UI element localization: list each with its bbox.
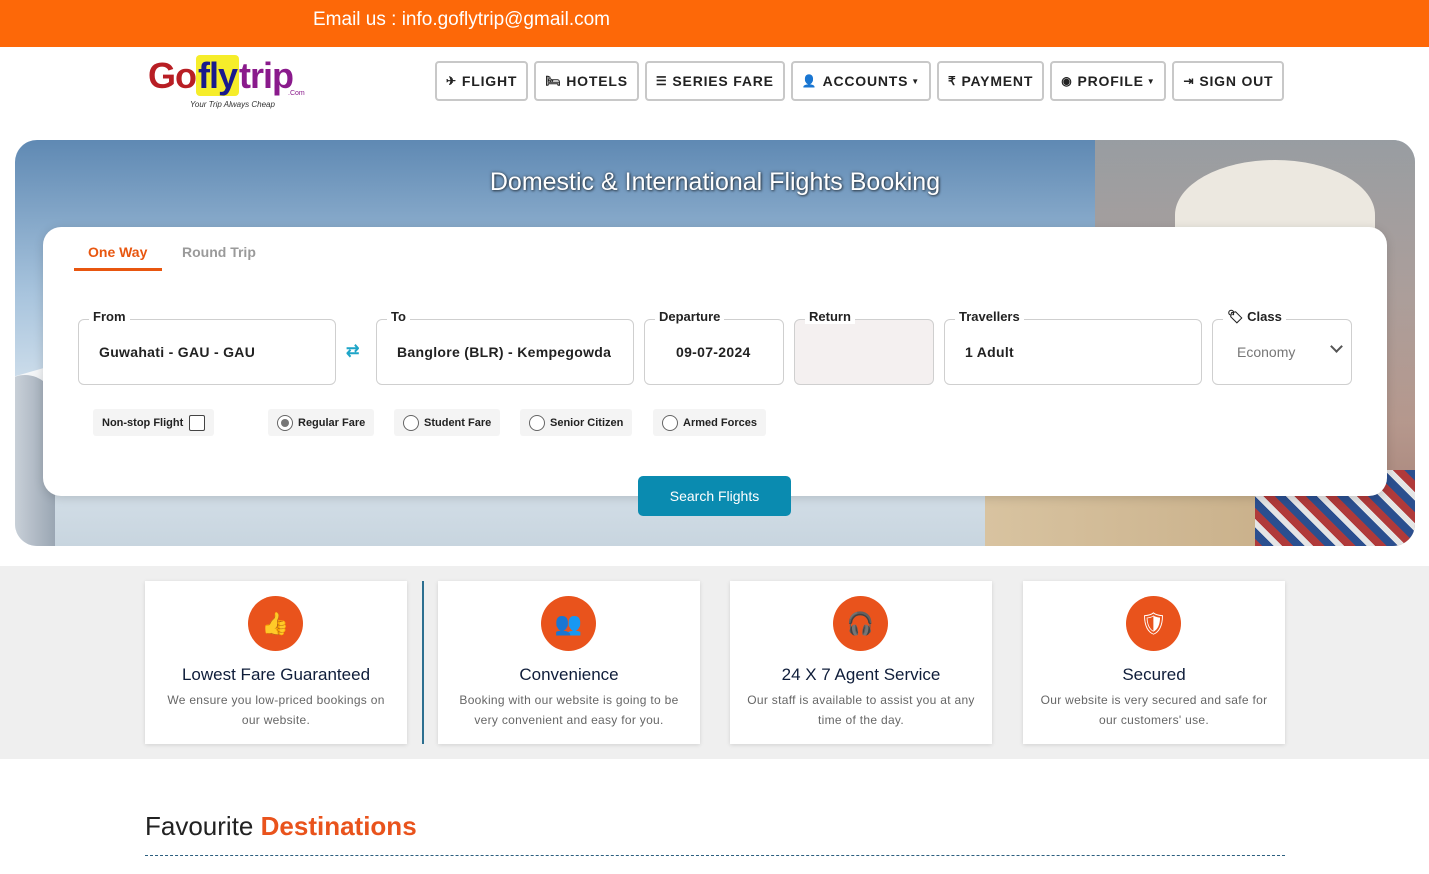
from-field[interactable]: From Guwahati - GAU - GAU	[78, 309, 336, 385]
radio-student[interactable]	[403, 414, 419, 431]
departure-value: 09-07-2024	[676, 344, 751, 360]
to-value: Banglore (BLR) - Kempegowda	[397, 344, 612, 360]
chevron-down-icon	[1330, 340, 1343, 353]
fare-option-senior[interactable]: Senior Citizen	[520, 409, 633, 436]
flight-search-card: One Way Round Trip From Guwahati - GAU -…	[43, 227, 1387, 496]
fare-option-regular[interactable]: Regular Fare	[268, 409, 375, 436]
feature-card: 🎧 24 X 7 Agent Service Our staff is avai…	[730, 581, 992, 744]
travellers-value: 1 Adult	[965, 344, 1015, 360]
nav-payment-button[interactable]: ₹ PAYMENT	[937, 61, 1045, 101]
fare-option-student[interactable]: Student Fare	[394, 409, 501, 436]
destinations-heading: Favourite Destinations	[145, 811, 417, 841]
email-link[interactable]: Email us : info.goflytrip@gmail.com	[313, 9, 610, 31]
nonstop-checkbox[interactable]	[189, 414, 206, 431]
site-logo[interactable]: Goflytrip .Com Your Trip Always Cheap	[148, 55, 308, 115]
thumbs-up-icon: 👍	[248, 596, 303, 651]
fare-option-armed-forces[interactable]: Armed Forces	[653, 409, 766, 436]
shield-icon: 🛡	[1126, 596, 1181, 651]
radio-armed-forces[interactable]	[662, 414, 678, 431]
users-icon: 👥	[541, 596, 596, 651]
nonstop-option[interactable]: Non-stop Flight	[93, 409, 215, 436]
swap-icon[interactable]: ⇄	[346, 341, 359, 361]
radio-senior[interactable]	[529, 414, 545, 431]
departure-field[interactable]: Departure 09-07-2024	[644, 309, 784, 385]
main-nav: ✈ FLIGHT 🛏 HOTELS ☰ SERIES FARE 👤 ACCOUN…	[435, 61, 1285, 101]
nav-accounts-dropdown[interactable]: 👤 ACCOUNTS ▼	[790, 61, 932, 101]
profile-icon: ◉	[1061, 74, 1073, 88]
headset-icon: 🎧	[833, 596, 888, 651]
feature-card: 👥 Convenience Booking with our website i…	[438, 581, 700, 744]
bed-icon: 🛏	[545, 74, 562, 88]
feature-card: 👍 Lowest Fare Guaranteed We ensure you l…	[145, 581, 407, 744]
caret-down-icon: ▼	[911, 76, 921, 86]
travellers-field[interactable]: Travellers 1 Adult	[944, 309, 1202, 385]
return-field[interactable]: Return	[794, 309, 934, 385]
user-icon: 👤	[801, 74, 818, 88]
caret-down-icon: ▼	[1146, 76, 1156, 86]
nav-flight-button[interactable]: ✈ FLIGHT	[435, 61, 529, 101]
nav-profile-dropdown[interactable]: ◉ PROFILE ▼	[1050, 61, 1167, 101]
destinations-divider	[145, 855, 1285, 856]
nav-hotels-button[interactable]: 🛏 HOTELS	[534, 61, 639, 101]
tab-round-trip[interactable]: Round Trip	[182, 244, 256, 260]
feature-divider	[422, 581, 424, 744]
logo-com: .Com	[288, 90, 305, 97]
features-section: 👍 Lowest Fare Guaranteed We ensure you l…	[0, 566, 1429, 759]
list-icon: ☰	[655, 74, 668, 88]
class-value: Economy	[1237, 344, 1296, 360]
search-flights-button[interactable]: Search Flights	[638, 476, 791, 516]
active-tab-indicator	[74, 268, 162, 271]
tab-one-way[interactable]: One Way	[88, 244, 147, 260]
class-select[interactable]: 🏷 Class Economy	[1212, 309, 1352, 385]
top-bar: Email us : info.goflytrip@gmail.com	[0, 0, 1429, 47]
rupee-icon: ₹	[948, 74, 957, 88]
logo-tagline: Your Trip Always Cheap	[190, 100, 275, 109]
to-field[interactable]: To Banglore (BLR) - Kempegowda	[376, 309, 634, 385]
logo-text: Goflytrip	[148, 55, 294, 96]
from-value: Guwahati - GAU - GAU	[99, 344, 256, 360]
nav-series-fare-button[interactable]: ☰ SERIES FARE	[644, 61, 785, 101]
radio-regular[interactable]	[277, 414, 293, 431]
feature-card: 🛡 Secured Our website is very secured an…	[1023, 581, 1285, 744]
plane-icon: ✈	[446, 74, 457, 88]
sign-out-icon: ⇥	[1183, 74, 1195, 88]
hero-title: Domestic & International Flights Booking	[489, 168, 941, 196]
nav-sign-out-button[interactable]: ⇥ SIGN OUT	[1172, 61, 1285, 101]
tag-icon: 🏷	[1227, 309, 1248, 324]
